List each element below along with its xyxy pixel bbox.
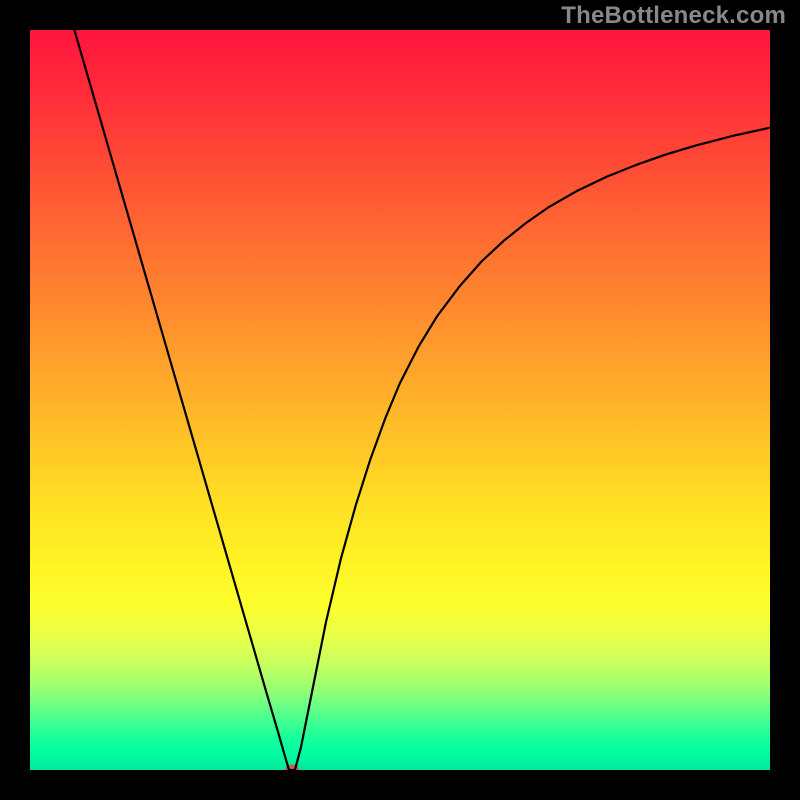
bottleneck-curve bbox=[30, 30, 770, 770]
watermark-text: TheBottleneck.com bbox=[561, 2, 786, 30]
curve-path bbox=[74, 30, 770, 770]
chart-frame: TheBottleneck.com bbox=[0, 0, 800, 800]
plot-area bbox=[30, 30, 770, 770]
